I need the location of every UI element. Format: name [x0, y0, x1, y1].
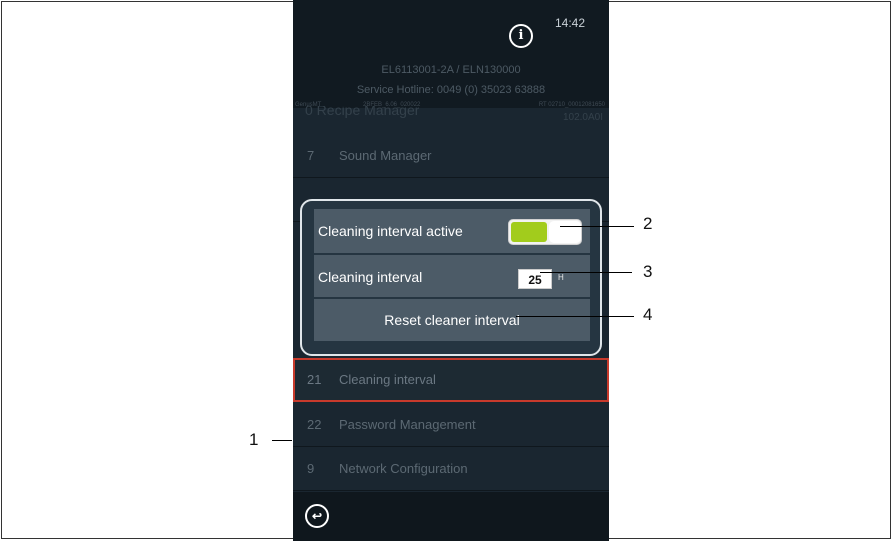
reset-cleaner-interval-button[interactable]: Reset cleaner interval [314, 299, 590, 341]
menu-item-password-management[interactable]: 22 Password Management [293, 403, 609, 447]
toggle-on-fill [511, 222, 547, 242]
menu-item-label: Cleaning interval [339, 372, 436, 387]
bottom-bar: ↩ [293, 492, 609, 541]
toggle-knob[interactable] [549, 221, 581, 243]
menu-item-number: 7 [307, 148, 315, 163]
device-id: EL6113001-2A / ELN130000 [381, 64, 521, 76]
menu-item-label: Password Management [339, 417, 476, 432]
service-hotline: Service Hotline: 0049 (0) 35023 63888 [356, 84, 546, 96]
callout-line-3 [540, 272, 632, 273]
callout-4: 4 [643, 305, 653, 324]
cleaning-interval-dialog: Cleaning interval active Cleaning interv… [300, 199, 602, 356]
interval-unit: H [558, 273, 564, 282]
menu-item-number: 21 [307, 372, 322, 387]
callout-1: 1 [249, 430, 259, 449]
menu-item-label: Network Configuration [339, 461, 468, 476]
cleaning-active-label: Cleaning interval active [318, 223, 463, 239]
menu-item-label: Sound Manager [339, 148, 432, 163]
back-icon[interactable]: ↩ [305, 504, 329, 528]
partial-menu-item: 0 Recipe Manager [305, 106, 420, 118]
clock: 14:42 [555, 16, 586, 30]
cleaning-active-row: Cleaning interval active [314, 209, 590, 253]
cleaning-interval-row: Cleaning interval 25 H [314, 255, 590, 297]
menu-item-number: 9 [307, 461, 315, 476]
cleaning-interval-label: Cleaning interval [318, 269, 423, 285]
info-icon[interactable]: i [509, 24, 533, 48]
firmware-info-right: RT 02710_00012081650 [538, 102, 605, 108]
callout-2: 2 [643, 214, 653, 233]
menu-item-sound-manager[interactable]: 7 Sound Manager [293, 134, 609, 178]
menu-item-cleaning-interval[interactable]: 21 Cleaning interval [293, 358, 609, 402]
callout-line-2 [560, 226, 634, 227]
menu-item-number: 22 [307, 417, 322, 432]
top-bar: i 14:42 EL6113001-2A / ELN130000 Service… [293, 0, 609, 108]
callout-3: 3 [643, 262, 653, 281]
partial-menu-item-value: 102.0A0I [562, 112, 603, 123]
callout-line-1 [272, 440, 292, 441]
callout-line-4 [516, 316, 634, 317]
cleaning-active-toggle[interactable] [508, 219, 582, 245]
menu-item-network-configuration[interactable]: 9 Network Configuration [293, 447, 609, 491]
